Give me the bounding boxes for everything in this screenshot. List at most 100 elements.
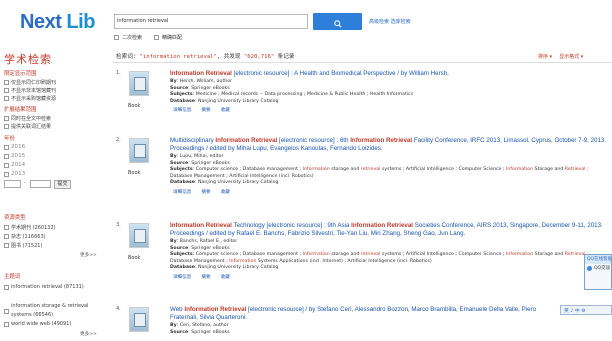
expand-item[interactable]: 提供关联词汇结果 — [4, 123, 51, 130]
by-text: Ceri, Stefano, author — [179, 323, 229, 328]
year-submit-button[interactable]: 提交 — [54, 180, 71, 189]
sec-scope: 限定显示范围 — [4, 71, 37, 77]
record-database: Database: Nanjing University Library Cat… — [170, 98, 279, 104]
checkbox[interactable] — [4, 96, 9, 101]
qq-icon — [587, 266, 592, 271]
book-label: Book — [128, 170, 141, 176]
abstract-link[interactable]: 摘要 — [201, 274, 210, 280]
record-title[interactable]: Information Retrieval [electronic resour… — [170, 70, 610, 78]
subjects-text: storage and — [329, 167, 361, 172]
type-item[interactable]: 学术期刊 (260132) — [4, 224, 56, 231]
display-dropdown[interactable]: 显示格式 ▾ — [559, 53, 583, 60]
title-text: Technology [electronic resource] : 9th A… — [231, 222, 352, 229]
checkbox[interactable] — [4, 124, 9, 129]
favorite-link[interactable]: 收藏 — [221, 107, 230, 113]
record-subjects: Subjects: Computer science ; Database ma… — [170, 167, 589, 179]
checkbox[interactable] — [4, 88, 9, 93]
year-item[interactable]: 2015 — [4, 153, 25, 159]
label-subjects: Subjects — [170, 92, 193, 97]
type-more-link[interactable]: 更多>> — [80, 252, 97, 258]
favorite-link[interactable]: 收藏 — [221, 274, 230, 280]
book-cover-icon[interactable] — [129, 138, 149, 163]
book-cover-icon[interactable] — [129, 71, 149, 96]
year-item[interactable]: 2016 — [4, 144, 25, 150]
subject-item[interactable]: information retrieval (87131) — [4, 283, 106, 292]
record-title[interactable]: Web Information Retrieval [electronic re… — [170, 306, 565, 322]
advanced-search-link[interactable]: 高级检索 — [369, 19, 389, 25]
year-to-input[interactable] — [30, 180, 51, 188]
checkbox[interactable] — [4, 225, 9, 230]
search-options: 二次检索 精确匹配 — [114, 34, 182, 41]
abstract-link[interactable]: 摘要 — [201, 189, 210, 195]
by-text: Hersh, William, author — [179, 79, 233, 84]
abstract-link[interactable]: 摘要 — [201, 107, 210, 113]
subjects-highlight: Information — [302, 167, 330, 172]
scope-item[interactable]: 不显示采购馆藏资源 — [4, 95, 56, 102]
checkbox[interactable] — [4, 243, 9, 248]
type-item[interactable]: 杂志 (116663) — [4, 233, 46, 240]
checkbox[interactable] — [4, 308, 9, 314]
sort-label: 排序 — [538, 54, 549, 60]
checkbox[interactable] — [4, 80, 9, 85]
book-cover-icon[interactable] — [129, 307, 149, 332]
search-button[interactable] — [313, 13, 362, 30]
checkbox[interactable] — [4, 321, 9, 327]
year-dash: - — [24, 181, 26, 186]
year-label: 2013 — [11, 171, 26, 177]
details-link[interactable]: 详细信息 — [173, 189, 191, 195]
chat-widget[interactable]: QQ在线客服 QQ交谈 — [584, 254, 612, 290]
logo[interactable]: Next Lib — [20, 11, 95, 34]
label-database: Database — [170, 180, 195, 185]
database-text: Nanjing University Library Catalog — [198, 180, 279, 185]
option-exact[interactable]: 精确匹配 — [154, 34, 182, 41]
alt-search-link[interactable]: 选库检索 — [391, 19, 411, 25]
record-title[interactable]: Information Retrieval Technology [electr… — [170, 222, 610, 238]
ime-toolbar[interactable]: 英 ♪ 中 ⚙ — [560, 305, 612, 315]
search-input[interactable]: information retrieval — [114, 14, 308, 29]
scope-item[interactable]: 不显示非本馆馆藏刊 — [4, 87, 56, 94]
subject-item[interactable]: information storage & retrieval systems … — [4, 302, 106, 320]
book-cover-icon[interactable] — [129, 223, 149, 248]
checkbox[interactable] — [154, 35, 160, 40]
sidebar-title: 学术检索 — [4, 53, 52, 66]
checkbox[interactable] — [4, 234, 9, 239]
option-secondary[interactable]: 二次检索 — [114, 34, 142, 41]
details-link[interactable]: 详细信息 — [173, 107, 191, 113]
scope-item-label: 不显示非本馆馆藏刊 — [11, 88, 57, 94]
expand-item[interactable]: 同时在全文中检索 — [4, 115, 51, 122]
year-item[interactable]: 2013 — [4, 171, 25, 177]
checkbox[interactable] — [4, 162, 9, 168]
title-text: [electronic resource] : A Health and Bio… — [231, 70, 449, 77]
year-from-input[interactable] — [4, 180, 21, 188]
title-text: [electronic resource] : 6th — [277, 137, 351, 144]
book-label: Book — [128, 103, 141, 109]
subject-item[interactable]: world wide web (49091) — [4, 321, 71, 327]
option-secondary-label: 二次检索 — [122, 35, 143, 41]
subjects-text: systems ; Artificial Intelligence ; Comp… — [380, 252, 506, 257]
sidebar: 学术检索 限定显示范围 仅显示同仁印刷期刊 不显示非本馆馆藏刊 不显示采购馆藏资… — [0, 48, 110, 341]
record-actions: 详细信息 摘要 收藏 — [173, 274, 230, 280]
checkbox[interactable] — [4, 116, 9, 121]
database-text: Nanjing University Library Catalog — [198, 265, 279, 270]
checkbox[interactable] — [4, 144, 9, 150]
record-title[interactable]: Multidisciplinary Information Retrieval … — [170, 137, 610, 153]
checkbox[interactable] — [114, 35, 119, 40]
chat-widget-row[interactable]: QQ交谈 — [585, 264, 611, 273]
sort-dropdown[interactable]: 排序 ▾ — [538, 53, 552, 60]
source-text: Springer eBooks — [191, 85, 230, 91]
scope-item[interactable]: 仅显示同仁印刷期刊 — [4, 79, 56, 86]
record-number: 1. — [116, 70, 121, 76]
label-source: Source — [170, 85, 189, 91]
chat-widget-row-label: QQ交谈 — [594, 266, 611, 271]
checkbox[interactable] — [4, 285, 9, 290]
subject-more-link[interactable]: 更多>> — [80, 331, 97, 337]
checkbox[interactable] — [4, 171, 9, 177]
checkbox[interactable] — [4, 153, 9, 159]
subject-item-label: information retrieval (87131) — [11, 284, 84, 290]
details-link[interactable]: 详细信息 — [173, 274, 191, 280]
favorite-link[interactable]: 收藏 — [221, 189, 230, 195]
label-source: Source — [170, 245, 189, 251]
year-item[interactable]: 2014 — [4, 162, 25, 168]
type-item[interactable]: 图书 (71521) — [4, 242, 42, 249]
header: Next Lib information retrieval 高级检索 选库检索… — [0, 0, 612, 44]
